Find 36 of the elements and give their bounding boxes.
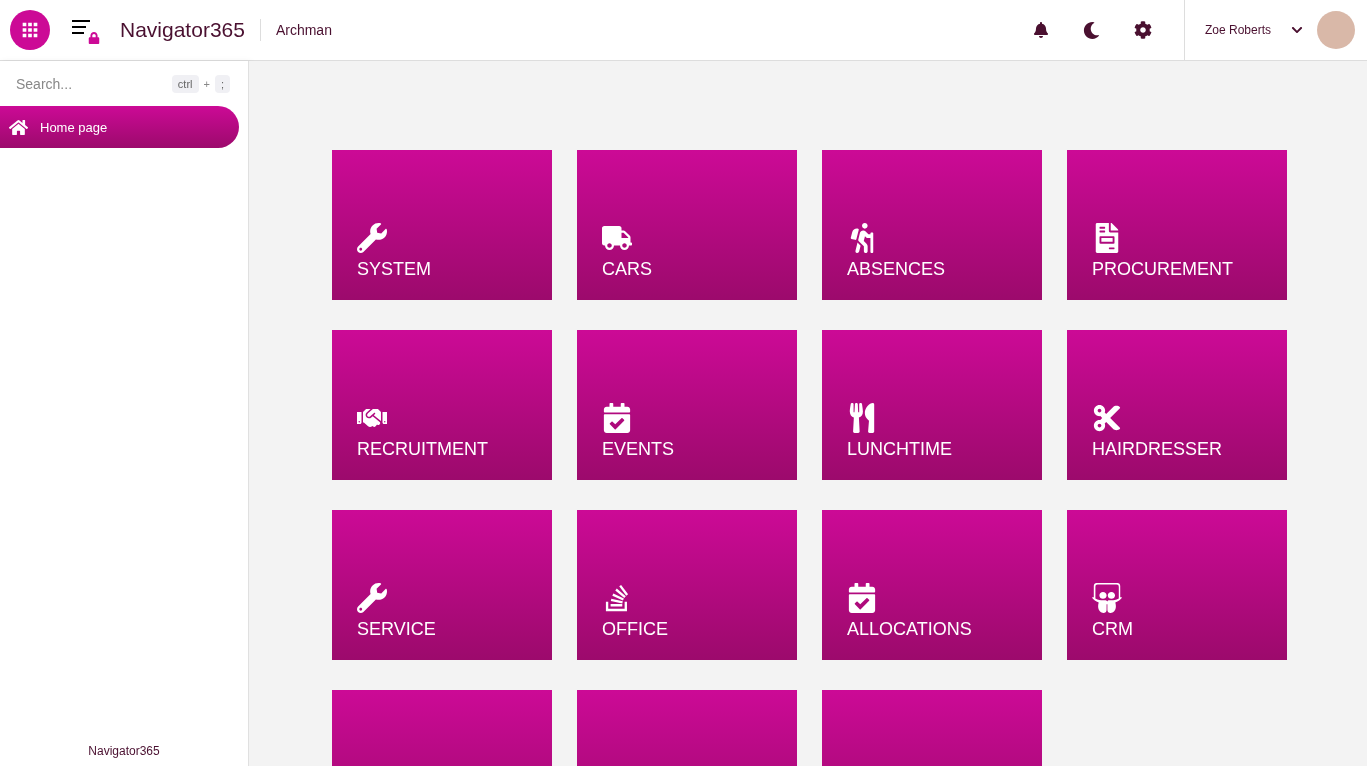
module-tile[interactable]: RECRUITMENT — [332, 330, 552, 480]
wrench-icon — [357, 223, 387, 253]
lock-icon — [88, 32, 100, 44]
fork-knife-icon — [847, 403, 877, 433]
module-tile[interactable]: EVENTS — [577, 330, 797, 480]
moon-icon — [1083, 21, 1101, 39]
plus-sign: + — [203, 78, 210, 90]
bell-icon — [1032, 22, 1049, 38]
footer-text: Navigator365 — [87, 744, 161, 760]
module-tile[interactable]: CARS — [577, 150, 797, 300]
wrench-icon — [357, 583, 387, 613]
module-tile[interactable]: CRM — [1067, 510, 1287, 660]
chevron-down-icon[interactable] — [1291, 24, 1303, 36]
app-name: Navigator365 — [120, 18, 245, 42]
module-tile[interactable]: ABSENCES — [822, 150, 1042, 300]
shortcut-key: ctrl — [171, 75, 199, 93]
module-tile[interactable]: SYSTEM — [332, 150, 552, 300]
user-name[interactable]: Zoe Roberts — [1204, 23, 1271, 37]
module-tile[interactable]: LUNCHTIME — [822, 330, 1042, 480]
truck-icon — [602, 223, 632, 253]
company-name: Archman — [275, 22, 332, 38]
menu-icon — [72, 20, 90, 34]
apps-button[interactable] — [10, 10, 50, 50]
home-icon — [9, 117, 28, 137]
module-tile[interactable]: PROCUREMENT — [1067, 150, 1287, 300]
calendar-check-icon — [602, 403, 632, 433]
presentation-icon — [1092, 583, 1122, 613]
scissors-icon — [1092, 403, 1122, 433]
module-tile[interactable]: ALLOCATIONS — [822, 510, 1042, 660]
module-tile[interactable]: OFFICE — [577, 510, 797, 660]
calendar-check-icon — [847, 583, 877, 613]
shortcut-key: ; — [214, 75, 230, 93]
module-tile[interactable]: HAIRDRESSER — [1067, 330, 1287, 480]
module-tile[interactable]: SERVICE — [332, 510, 552, 660]
nav-item[interactable]: Home page — [0, 106, 239, 148]
settings-icon — [1133, 21, 1152, 39]
